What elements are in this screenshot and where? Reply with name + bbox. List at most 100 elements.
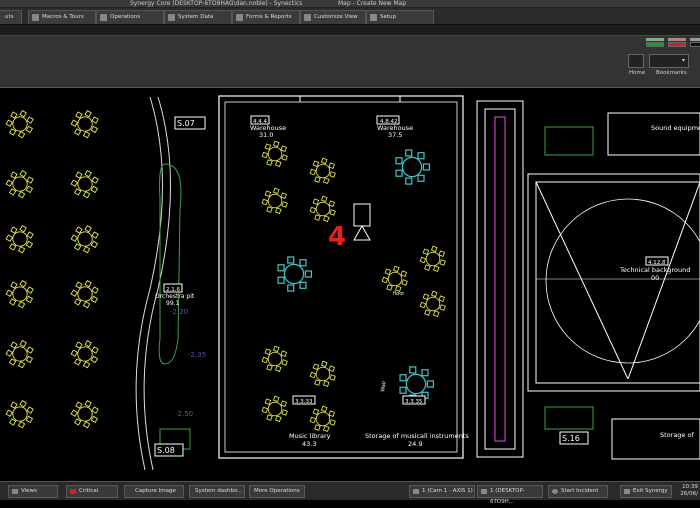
exit-synergy-button[interactable]: Exit Synergy — [620, 485, 672, 498]
views-label: Views — [21, 488, 37, 494]
clock-time: 10:39 — [682, 484, 698, 490]
incident-label: Start Incident — [561, 488, 599, 494]
window-titlebar: Synergy Core (DESKTOP-6TO9HAG\dan.noble)… — [0, 0, 700, 8]
operations-icon — [100, 14, 107, 21]
start-incident-button[interactable]: Start Incident — [548, 485, 608, 498]
camera-selector[interactable]: 1 (Cam 1 - AXIS 1) — [409, 485, 475, 498]
customize-icon — [304, 14, 311, 21]
desktop-label: 1 (DESKTOP-6TO9H... — [490, 488, 525, 505]
tab-label: System Data — [178, 14, 214, 20]
room-code: 3.3.33 — [295, 399, 313, 405]
room-value: 43.3 — [302, 440, 316, 448]
more-operations-button[interactable]: More Operations — [249, 485, 305, 498]
tab-setup[interactable]: Setup — [366, 10, 434, 24]
tab-macros-tours[interactable]: Macros & Tours — [28, 10, 96, 24]
yellow-round-table — [309, 157, 336, 184]
cyan-round-table — [395, 149, 431, 185]
critical-button[interactable]: Critical — [66, 485, 118, 498]
views-button[interactable]: Views — [8, 485, 58, 498]
zone-marker: 4 — [328, 222, 346, 252]
yellow-round-table — [261, 187, 288, 214]
yellow-round-table — [309, 195, 336, 222]
label-s08: S.08 — [157, 446, 175, 455]
setup-icon — [370, 14, 377, 21]
corridor-wall — [476, 100, 524, 458]
home-button[interactable] — [628, 54, 644, 68]
tab-forms-reports[interactable]: Forms & Reports — [232, 10, 300, 24]
monitor-icon — [481, 489, 487, 494]
tab-label: Forms & Reports — [246, 14, 292, 20]
tab-layouts[interactable]: uts — [0, 10, 22, 24]
floor-text: floor — [393, 291, 405, 297]
status-indicator-extra — [690, 38, 700, 47]
yellow-round-table — [5, 224, 34, 254]
room-name: Orchestra pit — [155, 293, 195, 300]
tab-operations[interactable]: Operations — [96, 10, 164, 24]
red-status-indicator — [668, 38, 686, 47]
clock: 10:39 26/06/ — [680, 484, 698, 498]
incident-icon — [552, 489, 558, 494]
room-name: Storage of musicall instruments — [365, 432, 469, 440]
window-subtitle: Map - Create New Map — [338, 0, 407, 7]
chevron-down-icon: ▾ — [681, 57, 685, 64]
curved-wall — [135, 96, 163, 470]
level-label-3: -2.50 — [175, 410, 193, 418]
yellow-round-table — [70, 279, 99, 309]
stage-outline — [527, 173, 700, 392]
room-value: 24.9 — [408, 440, 422, 448]
magenta-strip — [494, 116, 506, 442]
tab-customize-view[interactable]: Customize View — [300, 10, 366, 24]
yellow-round-table — [5, 339, 34, 369]
exit-icon — [624, 489, 630, 494]
clock-date: 26/06/ — [680, 491, 698, 497]
desktop-selector[interactable]: 1 (DESKTOP-6TO9H... — [477, 485, 543, 505]
room-code: 3.3.35 — [405, 399, 423, 405]
map-toolbar: ▾ Home Bookmarks — [0, 36, 700, 88]
more-operations-label: More Operations — [254, 488, 300, 494]
room-name: Technical background — [619, 266, 690, 274]
stage-circle — [545, 198, 700, 364]
capture-label: Capture Image — [135, 488, 176, 494]
room-value: 31.0 — [259, 131, 273, 139]
status-bar: Views Critical Capture Image System dash… — [0, 481, 700, 505]
yellow-round-table — [309, 405, 336, 432]
staircase-bottom — [544, 406, 594, 430]
yellow-round-table — [5, 399, 34, 429]
camera-cone — [353, 224, 371, 241]
yellow-round-table — [70, 399, 99, 429]
yellow-round-table — [261, 345, 288, 372]
floor-plan-map[interactable]: S.07 S.08 S.16 Sound equipme Storage of … — [0, 89, 700, 470]
room-value: 99.1 — [166, 300, 180, 307]
label-storage-right: Storage of — [660, 431, 694, 439]
room-value: 00 — [651, 274, 659, 282]
yellow-round-table — [5, 279, 34, 309]
camera-label: 1 (Cam 1 - AXIS 1) — [422, 488, 473, 494]
yellow-round-table — [70, 169, 99, 199]
bookmarks-label: Bookmarks — [656, 70, 687, 76]
tab-system-data[interactable]: System Data — [164, 10, 232, 24]
level-label-2: -2.35 — [188, 351, 206, 359]
room-name: Music library — [289, 432, 331, 440]
yellow-round-table — [419, 245, 446, 272]
system-dashboard-button[interactable]: System dashbo... — [189, 485, 245, 498]
label-s07: S.07 — [177, 119, 195, 128]
bookmarks-dropdown[interactable]: ▾ — [649, 54, 689, 68]
critical-label: Critical — [79, 488, 99, 494]
yellow-round-table — [70, 109, 99, 139]
level-label-1: -2.20 — [170, 308, 188, 316]
home-label: Home — [629, 70, 646, 76]
tab-label: Customize View — [314, 14, 358, 20]
label-sound-equipment: Sound equipme — [651, 124, 700, 132]
tab-label: Operations — [110, 14, 141, 20]
capture-image-button[interactable]: Capture Image — [124, 485, 184, 498]
macro-icon — [32, 14, 39, 21]
yellow-round-table — [70, 339, 99, 369]
critical-icon — [70, 489, 76, 494]
exit-label: Exit Synergy — [633, 488, 668, 494]
staircase-top — [544, 126, 594, 156]
main-room-wall — [218, 95, 464, 459]
views-icon — [12, 489, 18, 494]
label-s16: S.16 — [562, 434, 580, 443]
tab-label: uts — [5, 14, 14, 20]
cyan-tables-layer — [277, 149, 435, 402]
